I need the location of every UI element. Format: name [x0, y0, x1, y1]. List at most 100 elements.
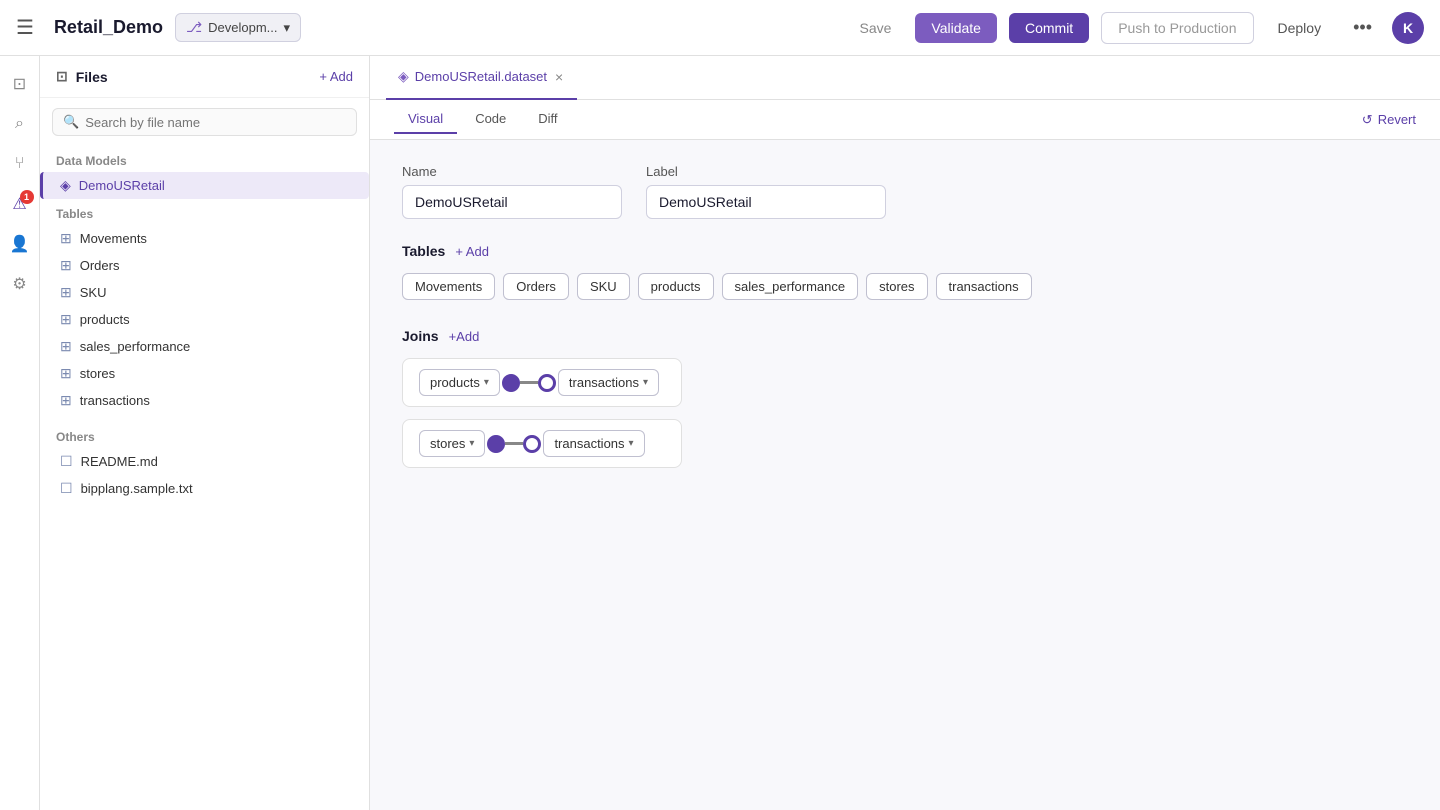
table-tag-sku[interactable]: SKU — [577, 273, 630, 300]
add-file-button[interactable]: + Add — [319, 69, 353, 84]
tables-tags-row: Movements Orders SKU products sales_perf… — [402, 273, 1408, 300]
tab-bar: ◈ DemoUSRetail.dataset × — [370, 56, 1440, 100]
table-name: Movements — [80, 231, 147, 246]
table-tag-products[interactable]: products — [638, 273, 714, 300]
sidebar-item-transactions[interactable]: ⊞ transactions — [40, 387, 369, 414]
data-model-icon: ◈ — [60, 177, 71, 194]
validate-button[interactable]: Validate — [915, 13, 997, 43]
table-tag-stores[interactable]: stores — [866, 273, 927, 300]
add-join-link[interactable]: +Add — [449, 329, 480, 344]
sidebar-item-products[interactable]: ⊞ products — [40, 306, 369, 333]
join-right-label: transactions — [569, 375, 639, 390]
join-left-chevron: ▾ — [484, 377, 489, 388]
revert-button[interactable]: ↺ Revert — [1362, 112, 1416, 128]
sidebar-item-movements[interactable]: ⊞ Movements — [40, 225, 369, 252]
sidebar-item-sales-performance[interactable]: ⊞ sales_performance — [40, 333, 369, 360]
sidebar-icon-user[interactable]: 👤 — [4, 228, 36, 260]
revert-label: Revert — [1378, 112, 1416, 127]
tables-section-title: Tables — [402, 243, 445, 259]
table-icon: ⊞ — [60, 365, 72, 382]
table-icon: ⊞ — [60, 230, 72, 247]
tables-section: Tables ⊞ Movements ⊞ Orders ⊞ SKU ⊞ prod… — [40, 199, 369, 422]
more-button[interactable]: ••• — [1345, 13, 1380, 42]
push-button[interactable]: Push to Production — [1101, 12, 1253, 44]
search-box: 🔍 — [52, 108, 357, 136]
name-field-group: Name — [402, 164, 622, 219]
files-title: ⊡ Files — [56, 68, 108, 85]
sidebar-icon-settings[interactable]: ⚙ — [4, 268, 36, 300]
tables-section-header: Tables + Add — [402, 243, 1408, 259]
view-tabs-bar: Visual Code Diff ↺ Revert — [370, 100, 1440, 140]
files-label: Files — [76, 69, 108, 85]
join-left-stores[interactable]: stores ▾ — [419, 430, 485, 457]
others-label: Others — [40, 422, 369, 448]
join-right-chevron: ▾ — [643, 377, 648, 388]
table-icon: ⊞ — [60, 338, 72, 355]
save-button[interactable]: Save — [847, 14, 903, 42]
join-right-transactions[interactable]: transactions ▾ — [558, 369, 659, 396]
data-model-name: DemoUSRetail — [79, 178, 165, 193]
table-icon: ⊞ — [60, 257, 72, 274]
sidebar-icon-alert[interactable]: ⚠ 1 — [4, 188, 36, 220]
branch-selector[interactable]: ⎇ Developm... ▾ — [175, 13, 301, 42]
join-left-label: stores — [430, 436, 465, 451]
search-input[interactable] — [85, 115, 346, 130]
table-name: transactions — [80, 393, 150, 408]
tab-diff[interactable]: Diff — [524, 105, 571, 134]
tab-visual[interactable]: Visual — [394, 105, 457, 134]
join-connector-2 — [487, 435, 541, 453]
data-models-label: Data Models — [40, 146, 369, 172]
dataset-tab-icon: ◈ — [398, 68, 409, 85]
tables-label: Tables — [40, 199, 369, 225]
hamburger-button[interactable]: ☰ — [16, 15, 34, 40]
content-area: ◈ DemoUSRetail.dataset × Visual Code Dif… — [370, 56, 1440, 810]
join-right-label: transactions — [554, 436, 624, 451]
table-tag-orders[interactable]: Orders — [503, 273, 569, 300]
alert-badge: 1 — [20, 190, 34, 204]
file-sidebar: ⊡ Files + Add 🔍 Data Models ◈ DemoUSReta… — [40, 56, 370, 810]
commit-button[interactable]: Commit — [1009, 13, 1089, 43]
avatar[interactable]: K — [1392, 12, 1424, 44]
sidebar-icon-files[interactable]: ⊡ — [4, 68, 36, 100]
table-tag-sales-performance[interactable]: sales_performance — [722, 273, 859, 300]
name-label: Name — [402, 164, 622, 179]
join-right-transactions-2[interactable]: transactions ▾ — [543, 430, 644, 457]
sidebar-item-sku[interactable]: ⊞ SKU — [40, 279, 369, 306]
tab-close-button[interactable]: × — [553, 67, 565, 87]
table-icon: ⊞ — [60, 392, 72, 409]
label-input[interactable] — [646, 185, 886, 219]
tab-label: DemoUSRetail.dataset — [415, 69, 547, 84]
sidebar-item-demoUSRetail[interactable]: ◈ DemoUSRetail — [40, 172, 369, 199]
name-label-row: Name Label — [402, 164, 1408, 219]
deploy-button[interactable]: Deploy — [1266, 14, 1334, 42]
label-label: Label — [646, 164, 886, 179]
table-icon: ⊞ — [60, 284, 72, 301]
table-name: products — [80, 312, 130, 327]
files-icon: ⊡ — [56, 68, 68, 85]
file-sidebar-header: ⊡ Files + Add — [40, 56, 369, 98]
join-left-products[interactable]: products ▾ — [419, 369, 500, 396]
sidebar-icon-git[interactable]: ⑂ — [4, 148, 36, 180]
table-icon: ⊞ — [60, 311, 72, 328]
sidebar-item-bipplang[interactable]: ☐ bipplang.sample.txt — [40, 475, 369, 502]
add-table-link[interactable]: + Add — [455, 244, 489, 259]
sidebar-item-readme[interactable]: ☐ README.md — [40, 448, 369, 475]
table-tag-transactions[interactable]: transactions — [936, 273, 1032, 300]
file-icon: ☐ — [60, 453, 73, 470]
topbar: ☰ Retail_Demo ⎇ Developm... ▾ Save Valid… — [0, 0, 1440, 56]
table-name: stores — [80, 366, 115, 381]
file-icon: ☐ — [60, 480, 73, 497]
name-input[interactable] — [402, 185, 622, 219]
sidebar-item-stores[interactable]: ⊞ stores — [40, 360, 369, 387]
tab-demoUSRetail-dataset[interactable]: ◈ DemoUSRetail.dataset × — [386, 56, 577, 100]
sidebar-item-orders[interactable]: ⊞ Orders — [40, 252, 369, 279]
tab-code[interactable]: Code — [461, 105, 520, 134]
table-tag-movements[interactable]: Movements — [402, 273, 495, 300]
branch-label: Developm... — [208, 20, 277, 35]
file-name: bipplang.sample.txt — [81, 481, 193, 496]
label-field-group: Label — [646, 164, 886, 219]
app-title: Retail_Demo — [54, 17, 163, 38]
sidebar-icon-search[interactable]: ⌕ — [4, 108, 36, 140]
table-name: sales_performance — [80, 339, 191, 354]
join-right-chevron-2: ▾ — [629, 438, 634, 449]
